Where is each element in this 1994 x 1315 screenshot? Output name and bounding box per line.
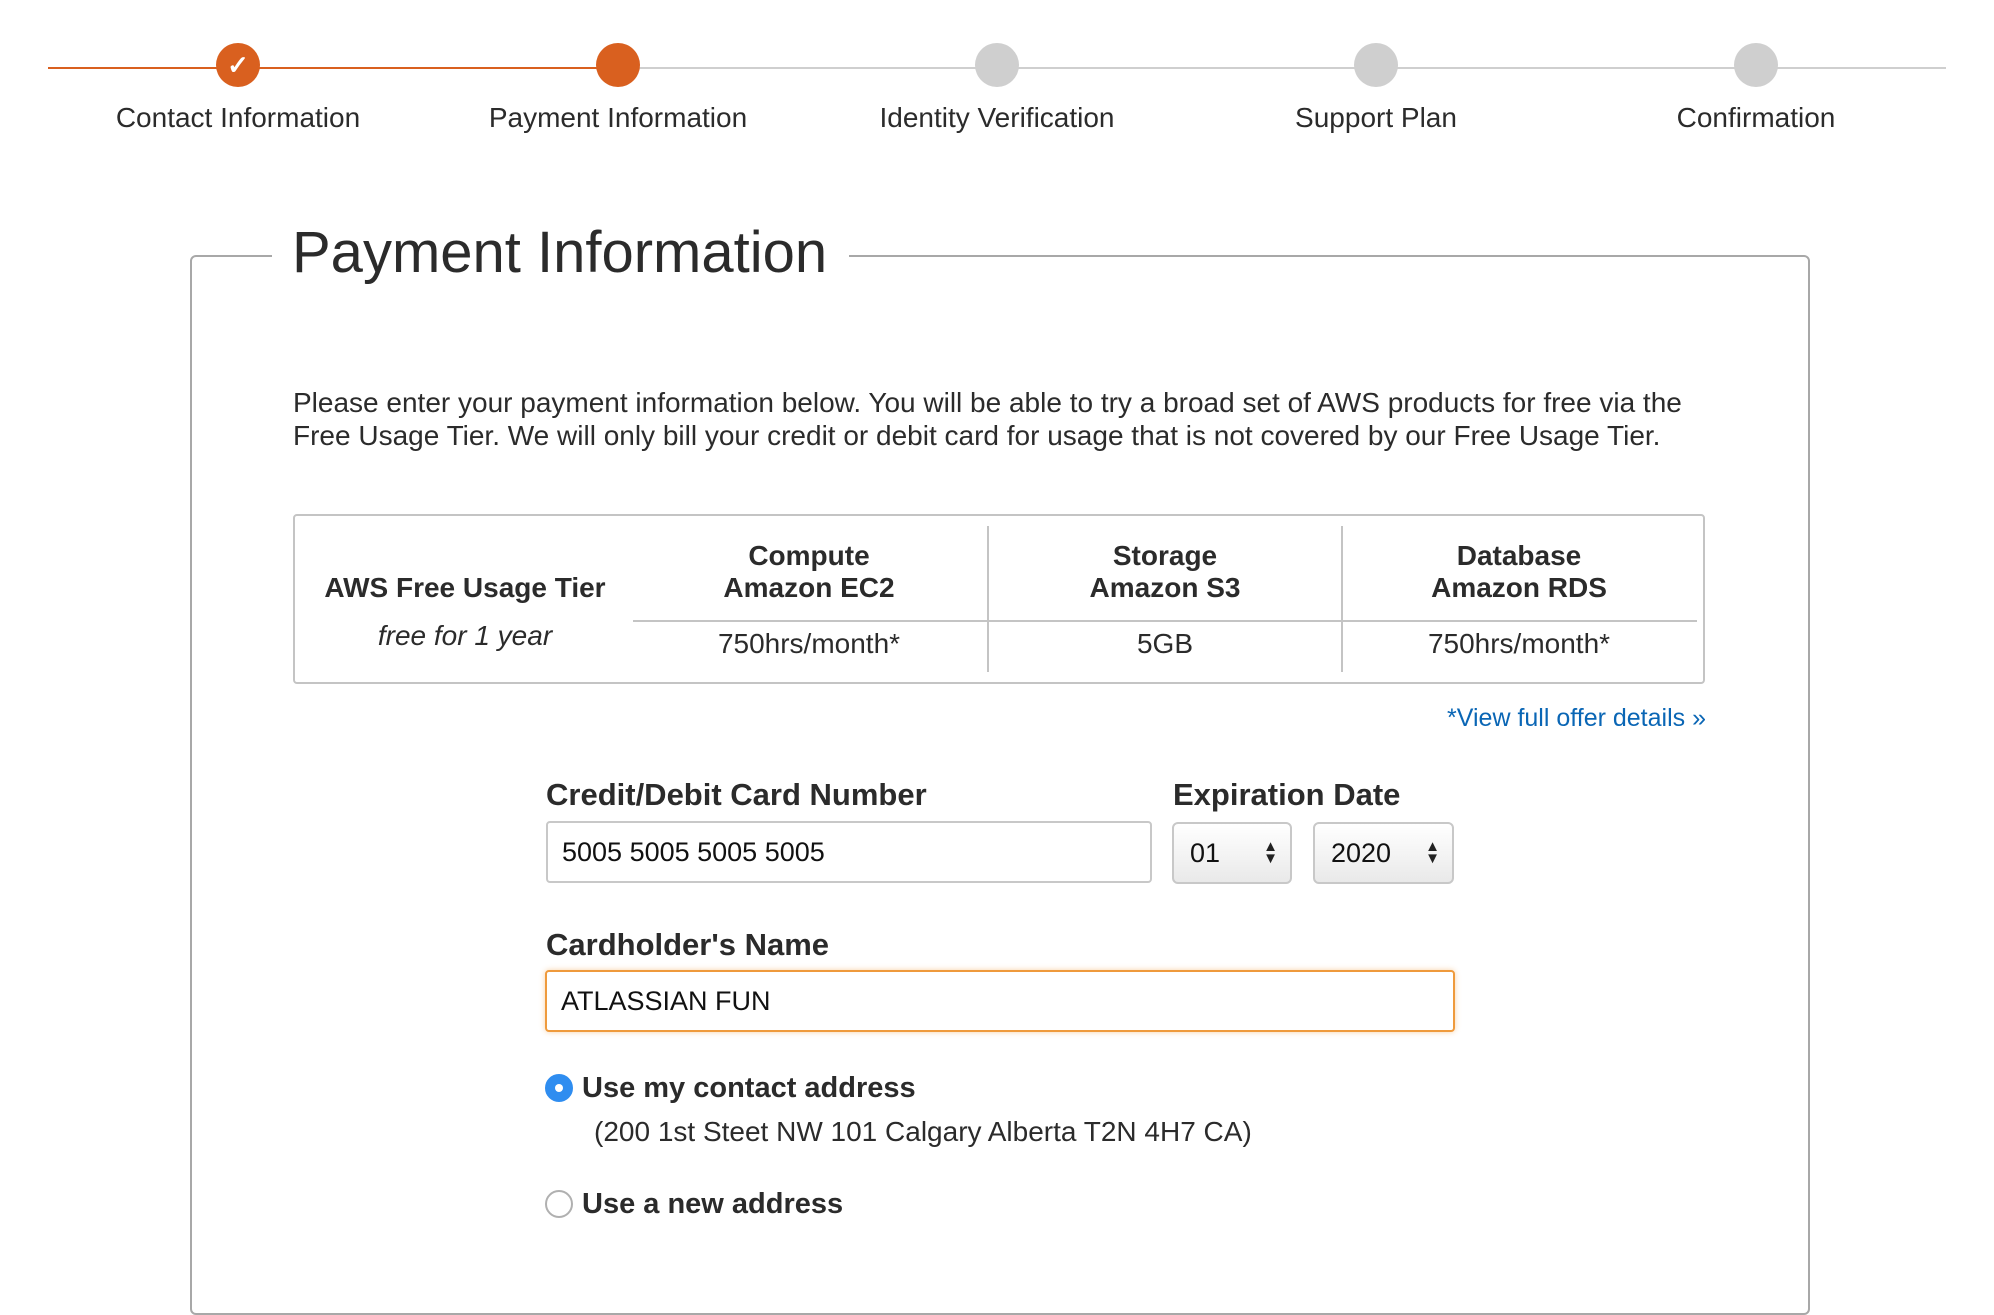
use-new-address-radio[interactable] xyxy=(545,1190,573,1218)
tier-value: 750hrs/month* xyxy=(717,628,901,659)
step-marker-active xyxy=(596,43,640,87)
step-label: Support Plan xyxy=(1295,102,1457,133)
step-label: Contact Information xyxy=(115,102,361,133)
expiration-date-label: Expiration Date xyxy=(1173,777,1401,812)
tier-column-header: Compute Amazon EC2 xyxy=(633,540,985,604)
tier-column-storage: Storage Amazon S3 5GB xyxy=(987,526,1341,672)
tier-value: 5GB xyxy=(1136,628,1194,659)
cardholder-name-input[interactable]: ATLASSIAN FUN xyxy=(545,970,1455,1032)
step-label: Payment Information xyxy=(488,102,748,133)
check-icon: ✓ xyxy=(216,43,260,87)
free-tier-name: AWS Free Usage Tier xyxy=(324,572,606,603)
step-support-plan: Support Plan xyxy=(1226,43,1526,134)
card-number-input[interactable]: 5005 5005 5005 5005 xyxy=(546,821,1152,883)
selected-month: 01 xyxy=(1190,838,1221,868)
intro-text: Please enter your payment information be… xyxy=(293,387,1682,451)
cardholder-name-label: Cardholder's Name xyxy=(546,927,830,962)
tier-category: Database xyxy=(1456,540,1582,571)
free-tier-duration: free for 1 year xyxy=(377,620,553,651)
tier-product: Amazon EC2 xyxy=(723,572,895,603)
tier-column-database: Database Amazon RDS 750hrs/month* xyxy=(1341,526,1695,672)
step-payment-information: Payment Information xyxy=(468,43,768,134)
step-label: Confirmation xyxy=(1676,102,1836,133)
expiration-month-select[interactable]: 01 ▲ ▼ xyxy=(1172,822,1292,884)
use-contact-address-radio[interactable] xyxy=(545,1074,573,1102)
step-marker xyxy=(1734,43,1778,87)
signup-progress-stepper: ✓ Contact Information Payment Informatio… xyxy=(0,0,1994,160)
selected-year: 2020 xyxy=(1331,838,1392,868)
contact-address-text: (200 1st Steet NW 101 Calgary Alberta T2… xyxy=(594,1116,1252,1147)
tier-column-header: Database Amazon RDS xyxy=(1343,540,1695,604)
step-label: Identity Verification xyxy=(879,102,1115,133)
expiration-year-select[interactable]: 2020 ▲ ▼ xyxy=(1313,822,1454,884)
step-marker xyxy=(975,43,1019,87)
tier-product: Amazon S3 xyxy=(1089,572,1241,603)
tier-column-header: Storage Amazon S3 xyxy=(989,540,1341,604)
step-contact-information: ✓ Contact Information xyxy=(88,43,388,134)
free-tier-table: AWS Free Usage Tier free for 1 year Comp… xyxy=(293,514,1705,684)
select-arrows-icon: ▲ ▼ xyxy=(1425,838,1440,867)
step-identity-verification: Identity Verification xyxy=(847,43,1147,134)
step-confirmation: Confirmation xyxy=(1606,43,1906,134)
use-new-address-label[interactable]: Use a new address xyxy=(582,1188,843,1221)
tier-category: Storage xyxy=(1112,540,1218,571)
tier-value: 750hrs/month* xyxy=(1427,628,1611,659)
select-arrows-icon: ▲ ▼ xyxy=(1263,838,1278,867)
tier-product: Amazon RDS xyxy=(1431,572,1607,603)
card-number-label: Credit/Debit Card Number xyxy=(546,777,927,812)
tier-category: Compute xyxy=(748,540,870,571)
page-title: Payment Information xyxy=(272,218,850,288)
tier-column-compute: Compute Amazon EC2 750hrs/month* xyxy=(633,516,985,682)
view-offer-details-link[interactable]: *View full offer details » xyxy=(1300,704,1706,733)
step-marker xyxy=(1354,43,1398,87)
use-contact-address-label[interactable]: Use my contact address xyxy=(582,1072,916,1105)
